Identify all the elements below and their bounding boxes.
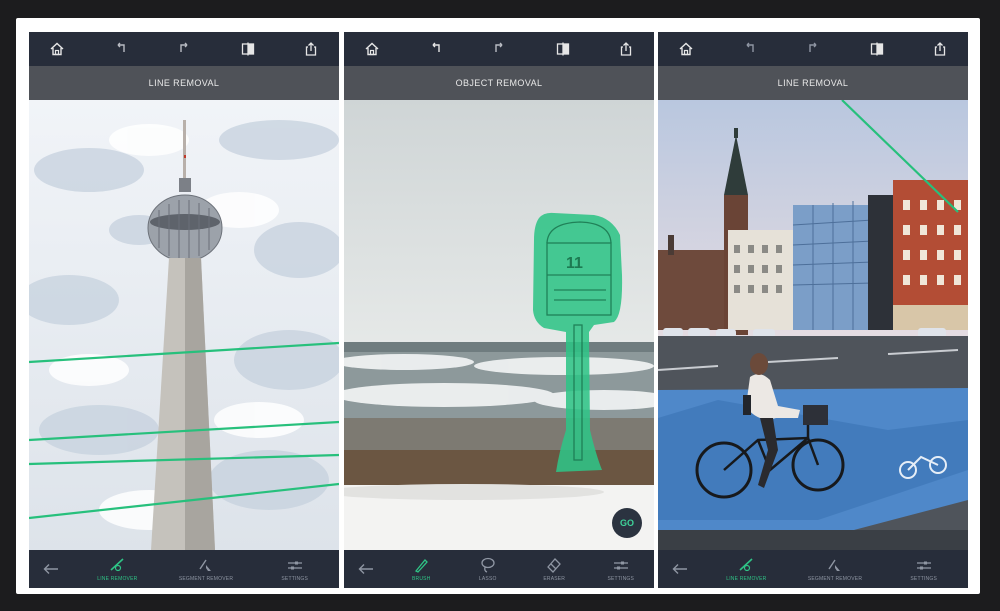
line-remover-icon bbox=[739, 558, 753, 572]
lasso-icon bbox=[481, 557, 495, 573]
photo-canvas[interactable] bbox=[658, 100, 968, 550]
top-toolbar bbox=[29, 32, 339, 66]
home-icon[interactable] bbox=[676, 39, 696, 59]
tool-brush[interactable]: BRUSH bbox=[388, 556, 455, 582]
compare-icon[interactable] bbox=[553, 39, 573, 59]
photo-canvas[interactable] bbox=[29, 100, 339, 550]
tool-line-remover[interactable]: LINE REMOVER bbox=[702, 556, 791, 582]
tool-label: SETTINGS bbox=[607, 576, 635, 582]
brush-icon bbox=[415, 559, 429, 573]
screen-line-removal-street: LINE REMOVAL LINE REMOVER SEGMENT REMOVE… bbox=[658, 32, 968, 588]
tool-segment-remover[interactable]: SEGMENT REMOVER bbox=[162, 556, 251, 582]
share-icon[interactable] bbox=[930, 39, 950, 59]
settings-sliders-icon bbox=[287, 561, 302, 570]
tool-label: BRUSH bbox=[411, 576, 431, 582]
top-toolbar bbox=[658, 32, 968, 66]
tool-settings[interactable]: SETTINGS bbox=[250, 556, 339, 582]
line-remover-icon bbox=[110, 558, 124, 572]
tool-label: SETTINGS bbox=[910, 576, 937, 582]
undo-icon[interactable] bbox=[426, 39, 446, 59]
home-icon[interactable] bbox=[47, 39, 67, 59]
tool-label: LASSO bbox=[478, 576, 497, 582]
segment-remover-icon bbox=[828, 559, 840, 571]
tool-eraser[interactable]: ERASER bbox=[521, 556, 588, 582]
redo-icon[interactable] bbox=[489, 39, 509, 59]
undo-icon[interactable] bbox=[111, 39, 131, 59]
mode-title: OBJECT REMOVAL bbox=[344, 66, 654, 100]
tool-label: ERASER bbox=[543, 576, 566, 582]
go-button[interactable]: GO bbox=[612, 508, 642, 538]
tool-label: SEGMENT REMOVER bbox=[807, 576, 863, 582]
tool-lasso[interactable]: LASSO bbox=[455, 556, 522, 582]
tool-label: SEGMENT REMOVER bbox=[178, 576, 234, 582]
tool-label: LINE REMOVER bbox=[726, 576, 767, 582]
tool-line-remover[interactable]: LINE REMOVER bbox=[73, 556, 162, 582]
back-arrow-icon[interactable] bbox=[344, 563, 388, 575]
compare-icon[interactable] bbox=[867, 39, 887, 59]
home-icon[interactable] bbox=[362, 39, 382, 59]
tool-segment-remover[interactable]: SEGMENT REMOVER bbox=[791, 556, 880, 582]
eraser-icon bbox=[547, 558, 562, 573]
share-icon[interactable] bbox=[616, 39, 636, 59]
bottom-toolbar: LINE REMOVER SEGMENT REMOVER SETTINGS bbox=[29, 550, 339, 588]
back-arrow-icon[interactable] bbox=[29, 563, 73, 575]
mode-title: LINE REMOVAL bbox=[29, 66, 339, 100]
undo-icon[interactable] bbox=[740, 39, 760, 59]
tool-label: SETTINGS bbox=[281, 576, 308, 582]
back-arrow-icon[interactable] bbox=[658, 563, 702, 575]
photo-canvas[interactable]: 11 GO bbox=[344, 100, 654, 550]
bottom-toolbar: BRUSH LASSO ERASER SETTINGS bbox=[344, 550, 654, 588]
share-icon[interactable] bbox=[301, 39, 321, 59]
redo-icon[interactable] bbox=[803, 39, 823, 59]
screen-line-removal-tower: LINE REMOVAL LINE REMOVER SEGMENT REMOVE… bbox=[29, 32, 339, 588]
screen-object-removal-beach: OBJECT REMOVAL 11 GO BRUSH LASSO ERASER … bbox=[344, 32, 654, 588]
settings-sliders-icon bbox=[613, 561, 628, 570]
bottom-toolbar: LINE REMOVER SEGMENT REMOVER SETTINGS bbox=[658, 550, 968, 588]
mode-title: LINE REMOVAL bbox=[658, 66, 968, 100]
tool-settings[interactable]: SETTINGS bbox=[879, 556, 968, 582]
segment-remover-icon bbox=[199, 559, 211, 571]
tool-settings[interactable]: SETTINGS bbox=[588, 556, 655, 582]
top-toolbar bbox=[344, 32, 654, 66]
tool-label: LINE REMOVER bbox=[97, 576, 138, 582]
settings-sliders-icon bbox=[916, 561, 931, 570]
compare-icon[interactable] bbox=[238, 39, 258, 59]
redo-icon[interactable] bbox=[174, 39, 194, 59]
svg-text:11: 11 bbox=[566, 255, 583, 272]
